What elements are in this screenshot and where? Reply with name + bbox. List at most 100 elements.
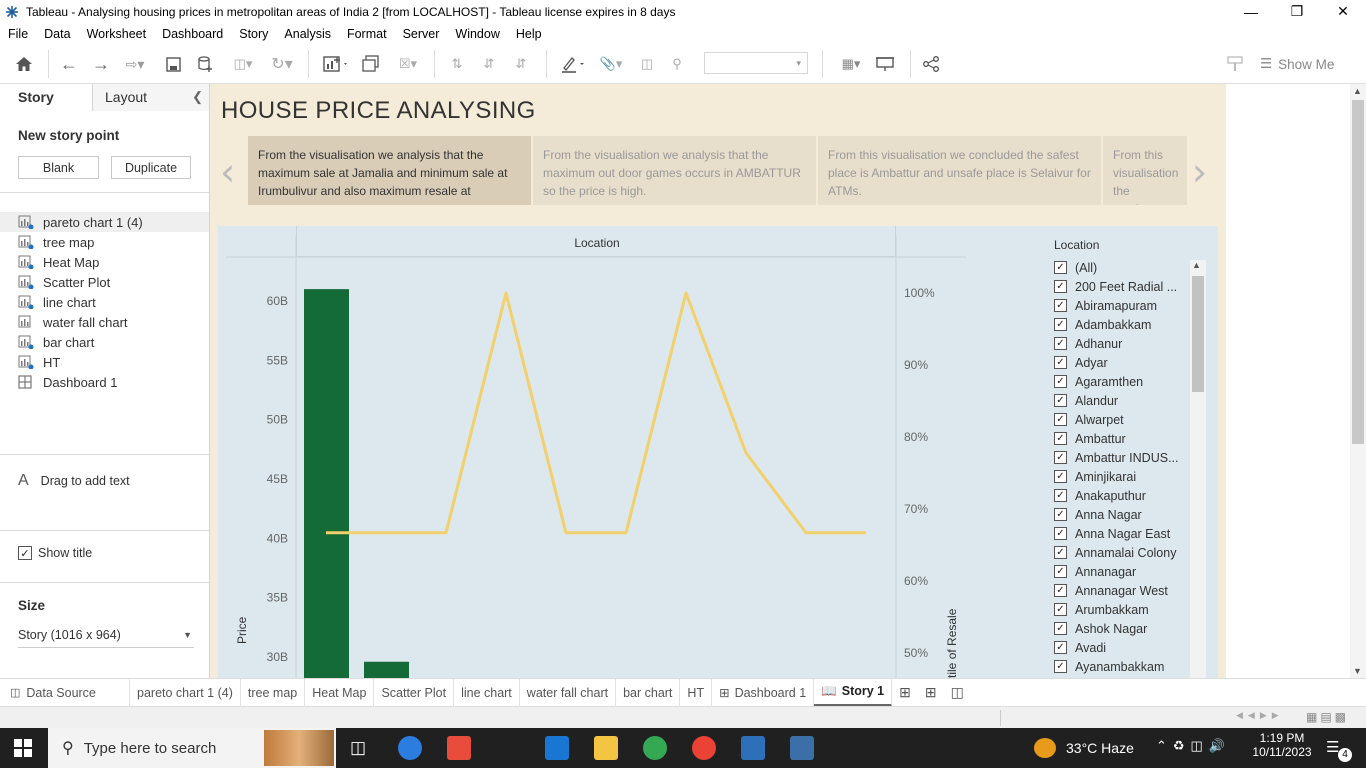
new-worksheet-tab-icon[interactable]: ⊞	[892, 679, 918, 707]
sheet-item-waterfall[interactable]: water fall chart	[0, 312, 209, 332]
share-icon[interactable]	[920, 52, 942, 76]
sheet-item-dashboard[interactable]: Dashboard 1	[0, 372, 209, 392]
menu-format[interactable]: Format	[339, 27, 395, 41]
sheet-item-tree-map[interactable]: tree map	[0, 232, 209, 252]
filter-item[interactable]: ✓ Alwarpet	[1054, 410, 1208, 429]
home-icon[interactable]	[12, 52, 36, 76]
scroll-thumb[interactable]	[1352, 100, 1364, 444]
sheet-item-line-chart[interactable]: line chart	[0, 292, 209, 312]
mail-icon[interactable]	[545, 736, 569, 760]
filter-item[interactable]: ✓ Adyar	[1054, 353, 1208, 372]
sheet-item-ht[interactable]: HT	[0, 352, 209, 372]
refresh-icon[interactable]: ↻▾	[264, 52, 300, 76]
view-mode-icons[interactable]: ▦▤▩	[1306, 710, 1349, 724]
format-painter-icon[interactable]	[1224, 52, 1246, 76]
filter-item[interactable]: ✓ Adhanur	[1054, 334, 1208, 353]
menu-file[interactable]: File	[0, 27, 36, 41]
group-members-icon[interactable]: 📎▾	[594, 52, 628, 76]
tab-navigation-arrows[interactable]: ◀◀▶▶	[1236, 710, 1284, 721]
new-worksheet-icon[interactable]	[318, 52, 354, 76]
filter-item[interactable]: ✓ Alandur	[1054, 391, 1208, 410]
duplicate-button[interactable]: Duplicate	[111, 156, 191, 179]
menu-story[interactable]: Story	[231, 27, 276, 41]
fix-axes-icon[interactable]: ⚲	[666, 52, 688, 76]
filter-scrollbar[interactable]: ▲	[1190, 260, 1206, 678]
tab-pareto-chart[interactable]: pareto chart 1 (4)	[130, 678, 241, 707]
save-icon[interactable]	[162, 52, 184, 76]
filter-item[interactable]: ✓ 200 Feet Radial ...	[1054, 277, 1208, 296]
story-point-3[interactable]: From this visualisation we concluded the…	[818, 136, 1101, 205]
menu-dashboard[interactable]: Dashboard	[154, 27, 231, 41]
menu-help[interactable]: Help	[508, 27, 550, 41]
menu-server[interactable]: Server	[395, 27, 448, 41]
filter-item[interactable]: ✓ Ayanambakkam	[1054, 657, 1208, 676]
clear-sheet-icon[interactable]: ☒▾	[390, 52, 426, 76]
close-button[interactable]: ✕	[1320, 0, 1366, 23]
sort-ascending-icon[interactable]: ⇵	[478, 52, 500, 76]
sort-descending-icon[interactable]: ⇵	[510, 52, 532, 76]
tab-story-1[interactable]: 📖 Story 1	[814, 678, 893, 707]
weather-icon[interactable]	[1034, 738, 1056, 758]
tab-dashboard-1[interactable]: ⊞ Dashboard 1	[712, 678, 815, 707]
weather-text[interactable]: 33°C Haze	[1066, 740, 1134, 756]
pause-updates-icon[interactable]: ◫▾	[226, 52, 260, 76]
duplicate-sheet-icon[interactable]	[360, 52, 382, 76]
menu-window[interactable]: Window	[447, 27, 507, 41]
file-explorer-icon[interactable]	[594, 736, 618, 760]
main-vertical-scrollbar[interactable]: ▲ ▼	[1350, 84, 1366, 678]
filter-item[interactable]: ✓ Ambattur	[1054, 429, 1208, 448]
blank-button[interactable]: Blank	[18, 156, 99, 179]
menu-worksheet[interactable]: Worksheet	[79, 27, 155, 41]
scroll-thumb[interactable]	[1192, 276, 1204, 392]
task-view-icon[interactable]: ◫	[350, 738, 366, 758]
tab-scatter-plot[interactable]: Scatter Plot	[374, 678, 455, 707]
new-story-tab-icon[interactable]: ◫	[944, 679, 971, 707]
filter-item[interactable]: ✓ Anakaputhur	[1054, 486, 1208, 505]
filter-item[interactable]: ✓ Annanagar West	[1054, 581, 1208, 600]
menu-analysis[interactable]: Analysis	[276, 27, 339, 41]
sheet-item-bar-chart[interactable]: bar chart	[0, 332, 209, 352]
filter-item[interactable]: ✓ Ashok Nagar	[1054, 619, 1208, 638]
restore-button[interactable]: ❐	[1274, 0, 1320, 23]
minimize-button[interactable]: —	[1228, 0, 1274, 23]
tab-heat-map[interactable]: Heat Map	[305, 678, 375, 707]
sheet-item-heat-map[interactable]: Heat Map	[0, 252, 209, 272]
filter-item[interactable]: ✓ Ambattur INDUS...	[1054, 448, 1208, 467]
windows-start-icon[interactable]	[14, 739, 32, 760]
show-cards-icon[interactable]: ▦▾	[834, 52, 868, 76]
story-point-2[interactable]: From the visualisation we analysis that …	[533, 136, 816, 205]
filter-item[interactable]: ✓ Aminjikarai	[1054, 467, 1208, 486]
tab-tree-map[interactable]: tree map	[241, 678, 306, 707]
presentation-mode-icon[interactable]	[874, 52, 896, 76]
filter-item[interactable]: ✓ Agaramthen	[1054, 372, 1208, 391]
replay-icon[interactable]: ⇨▾	[120, 52, 150, 76]
chrome-icon[interactable]	[643, 736, 667, 760]
filter-item[interactable]: ✓ Anna Nagar	[1054, 505, 1208, 524]
filter-item[interactable]: ✓ Adambakkam	[1054, 315, 1208, 334]
tab-bar-chart[interactable]: bar chart	[616, 678, 681, 707]
redo-icon[interactable]: →	[90, 52, 112, 76]
sheet-item-scatter-plot[interactable]: Scatter Plot	[0, 272, 209, 292]
photos-icon[interactable]	[741, 736, 765, 760]
filter-item[interactable]: ✓ Annanagar	[1054, 562, 1208, 581]
chrome-profile-icon[interactable]	[692, 736, 716, 760]
show-title-checkbox[interactable]: ✓ Show title	[18, 546, 92, 560]
drag-to-add-text[interactable]: A Drag to add text	[18, 472, 130, 490]
tab-story[interactable]: Story	[0, 84, 92, 111]
filter-item[interactable]: ✓ Avadi	[1054, 638, 1208, 657]
collapse-pane-icon[interactable]: ❮	[192, 89, 203, 105]
system-tray-icons[interactable]: ⌃♻◫🔊	[1156, 738, 1231, 754]
story-point-1[interactable]: From the visualisation we analysis that …	[248, 136, 531, 205]
show-mark-labels-icon[interactable]: ◫	[636, 52, 658, 76]
swap-rows-columns-icon[interactable]: ⇅	[446, 52, 468, 76]
taskbar-search[interactable]: ⚲ Type here to search	[48, 728, 336, 768]
tab-line-chart[interactable]: line chart	[454, 678, 520, 707]
fit-dropdown[interactable]: ▾	[704, 52, 808, 74]
previous-point-arrow[interactable]: ‹	[220, 150, 235, 194]
tab-ht[interactable]: HT	[680, 678, 713, 707]
filter-item[interactable]: ✓ Anna Nagar East	[1054, 524, 1208, 543]
tab-waterfall-chart[interactable]: water fall chart	[520, 678, 617, 707]
clock[interactable]: 1:19 PM 10/11/2023	[1252, 731, 1312, 759]
scroll-down-icon[interactable]: ▼	[1353, 666, 1362, 676]
store-icon[interactable]	[447, 736, 471, 760]
